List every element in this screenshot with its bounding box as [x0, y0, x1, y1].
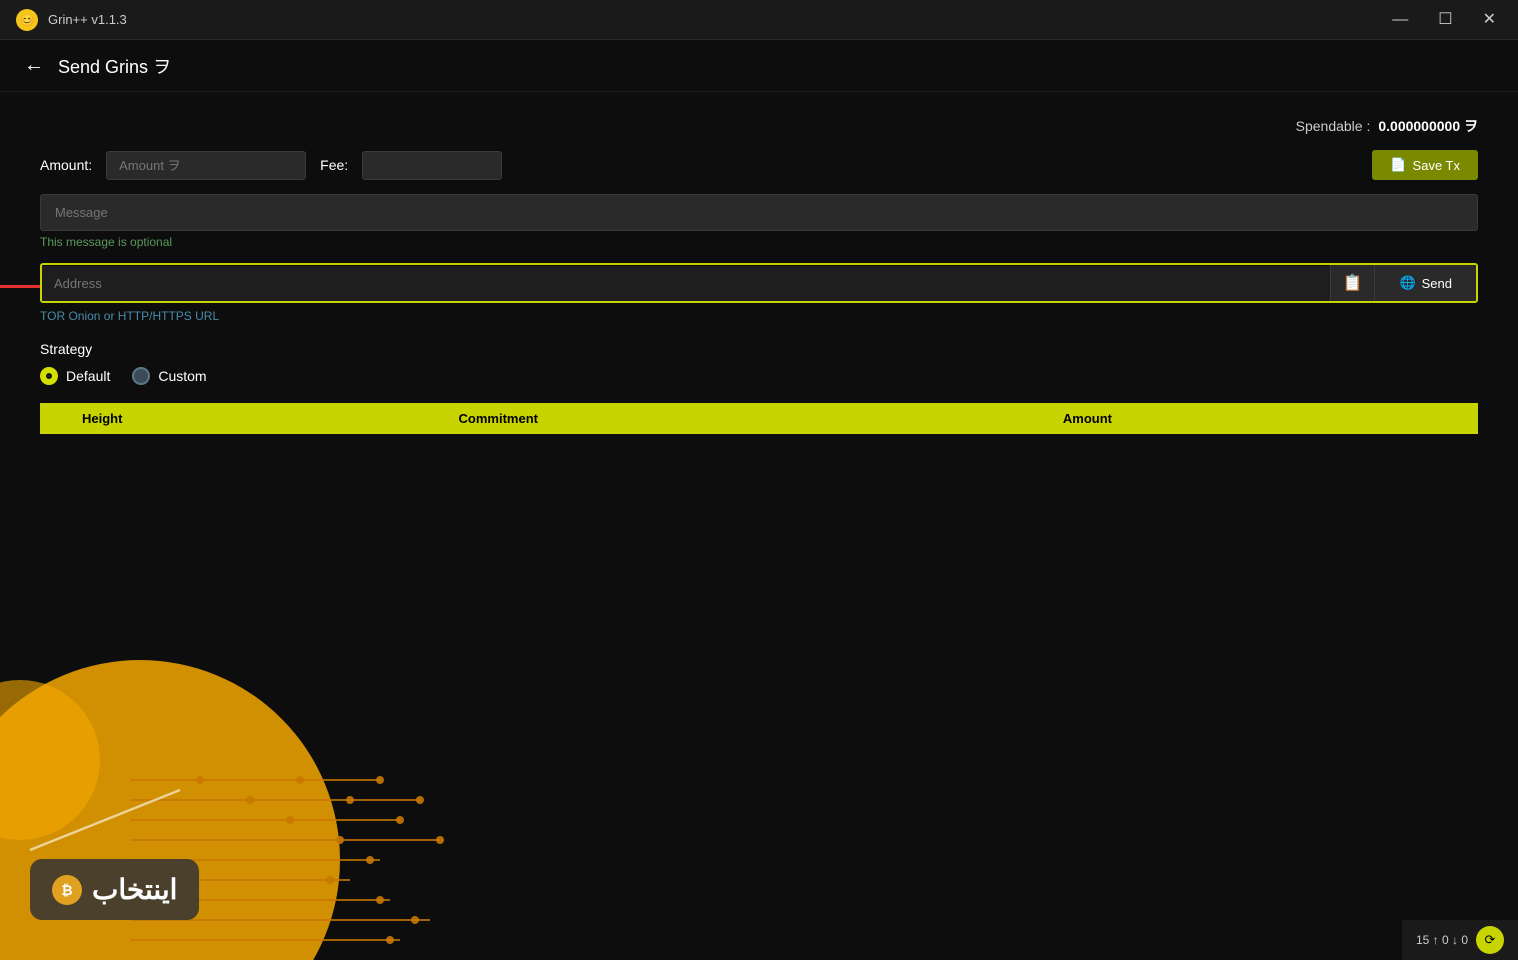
- strategy-default-radio[interactable]: [40, 367, 58, 385]
- spendable-value: 0.000000000 ヲ: [1378, 116, 1478, 136]
- table-col-amount: Amount: [1051, 403, 1478, 434]
- strategy-default-label: Default: [66, 368, 110, 384]
- utxo-table: Height Commitment Amount: [40, 403, 1478, 434]
- spendable-row: Spendable : 0.000000000 ヲ: [40, 116, 1478, 136]
- send-icon: 🌐: [1399, 275, 1415, 291]
- message-input[interactable]: [40, 194, 1478, 231]
- fee-input[interactable]: [362, 151, 502, 180]
- watermark-icon: ₿: [52, 875, 82, 905]
- strategy-custom-option[interactable]: Custom: [132, 367, 206, 385]
- strategy-custom-radio[interactable]: [132, 367, 150, 385]
- address-row: 📋 🌐 Send: [40, 263, 1478, 303]
- back-button[interactable]: ←: [24, 54, 44, 77]
- amount-label: Amount:: [40, 157, 92, 173]
- app-title: Grin++ v1.1.3: [48, 12, 127, 27]
- save-tx-button[interactable]: 📄 Save Tx: [1372, 150, 1478, 180]
- amount-fee-row: Amount: Fee: 📄 Save Tx: [40, 150, 1478, 180]
- maximize-button[interactable]: ☐: [1432, 10, 1458, 30]
- table-col-commitment: Commitment: [447, 403, 1051, 434]
- table-header: Height Commitment Amount: [40, 403, 1478, 434]
- strategy-options: Default Custom: [40, 367, 1478, 385]
- status-peers: 15 ↑ 0 ↓ 0: [1416, 933, 1468, 947]
- strategy-label: Strategy: [40, 341, 1478, 357]
- watermark: ₿ اینتخاب: [30, 859, 199, 920]
- paste-button[interactable]: 📋: [1330, 265, 1375, 301]
- send-label: Send: [1422, 276, 1452, 291]
- message-hint: This message is optional: [40, 235, 1478, 249]
- page-header: ← Send Grins ヲ: [0, 40, 1518, 92]
- table-col-checkbox: [40, 403, 70, 434]
- strategy-custom-label: Custom: [158, 368, 206, 384]
- close-button[interactable]: ✕: [1477, 10, 1502, 30]
- amount-input[interactable]: [106, 151, 306, 180]
- titlebar-controls: — ☐ ✕: [1386, 10, 1502, 30]
- watermark-text: اینتخاب: [92, 873, 177, 906]
- table-col-height: Height: [70, 403, 447, 434]
- fee-label: Fee:: [320, 157, 348, 173]
- clipboard-icon: 📋: [1343, 275, 1363, 292]
- table-header-row: Height Commitment Amount: [40, 403, 1478, 434]
- main-content: Spendable : 0.000000000 ヲ Amount: Fee: 📄…: [0, 92, 1518, 458]
- minimize-button[interactable]: —: [1386, 10, 1414, 30]
- app-icon: 😊: [16, 9, 38, 31]
- save-tx-icon: 📄: [1390, 157, 1406, 173]
- titlebar-left: 😊 Grin++ v1.1.3: [16, 9, 127, 31]
- save-tx-label: Save Tx: [1413, 158, 1460, 173]
- send-button[interactable]: 🌐 Send: [1374, 265, 1476, 301]
- status-bar: 15 ↑ 0 ↓ 0 ⟳: [1402, 920, 1518, 960]
- page-title: Send Grins ヲ: [58, 53, 171, 79]
- titlebar: 😊 Grin++ v1.1.3 — ☐ ✕: [0, 0, 1518, 40]
- address-input[interactable]: [42, 266, 1330, 301]
- spendable-label: Spendable :: [1296, 118, 1371, 134]
- status-icon: ⟳: [1476, 926, 1504, 954]
- strategy-default-option[interactable]: Default: [40, 367, 110, 385]
- address-hint: TOR Onion or HTTP/HTTPS URL: [40, 309, 1478, 323]
